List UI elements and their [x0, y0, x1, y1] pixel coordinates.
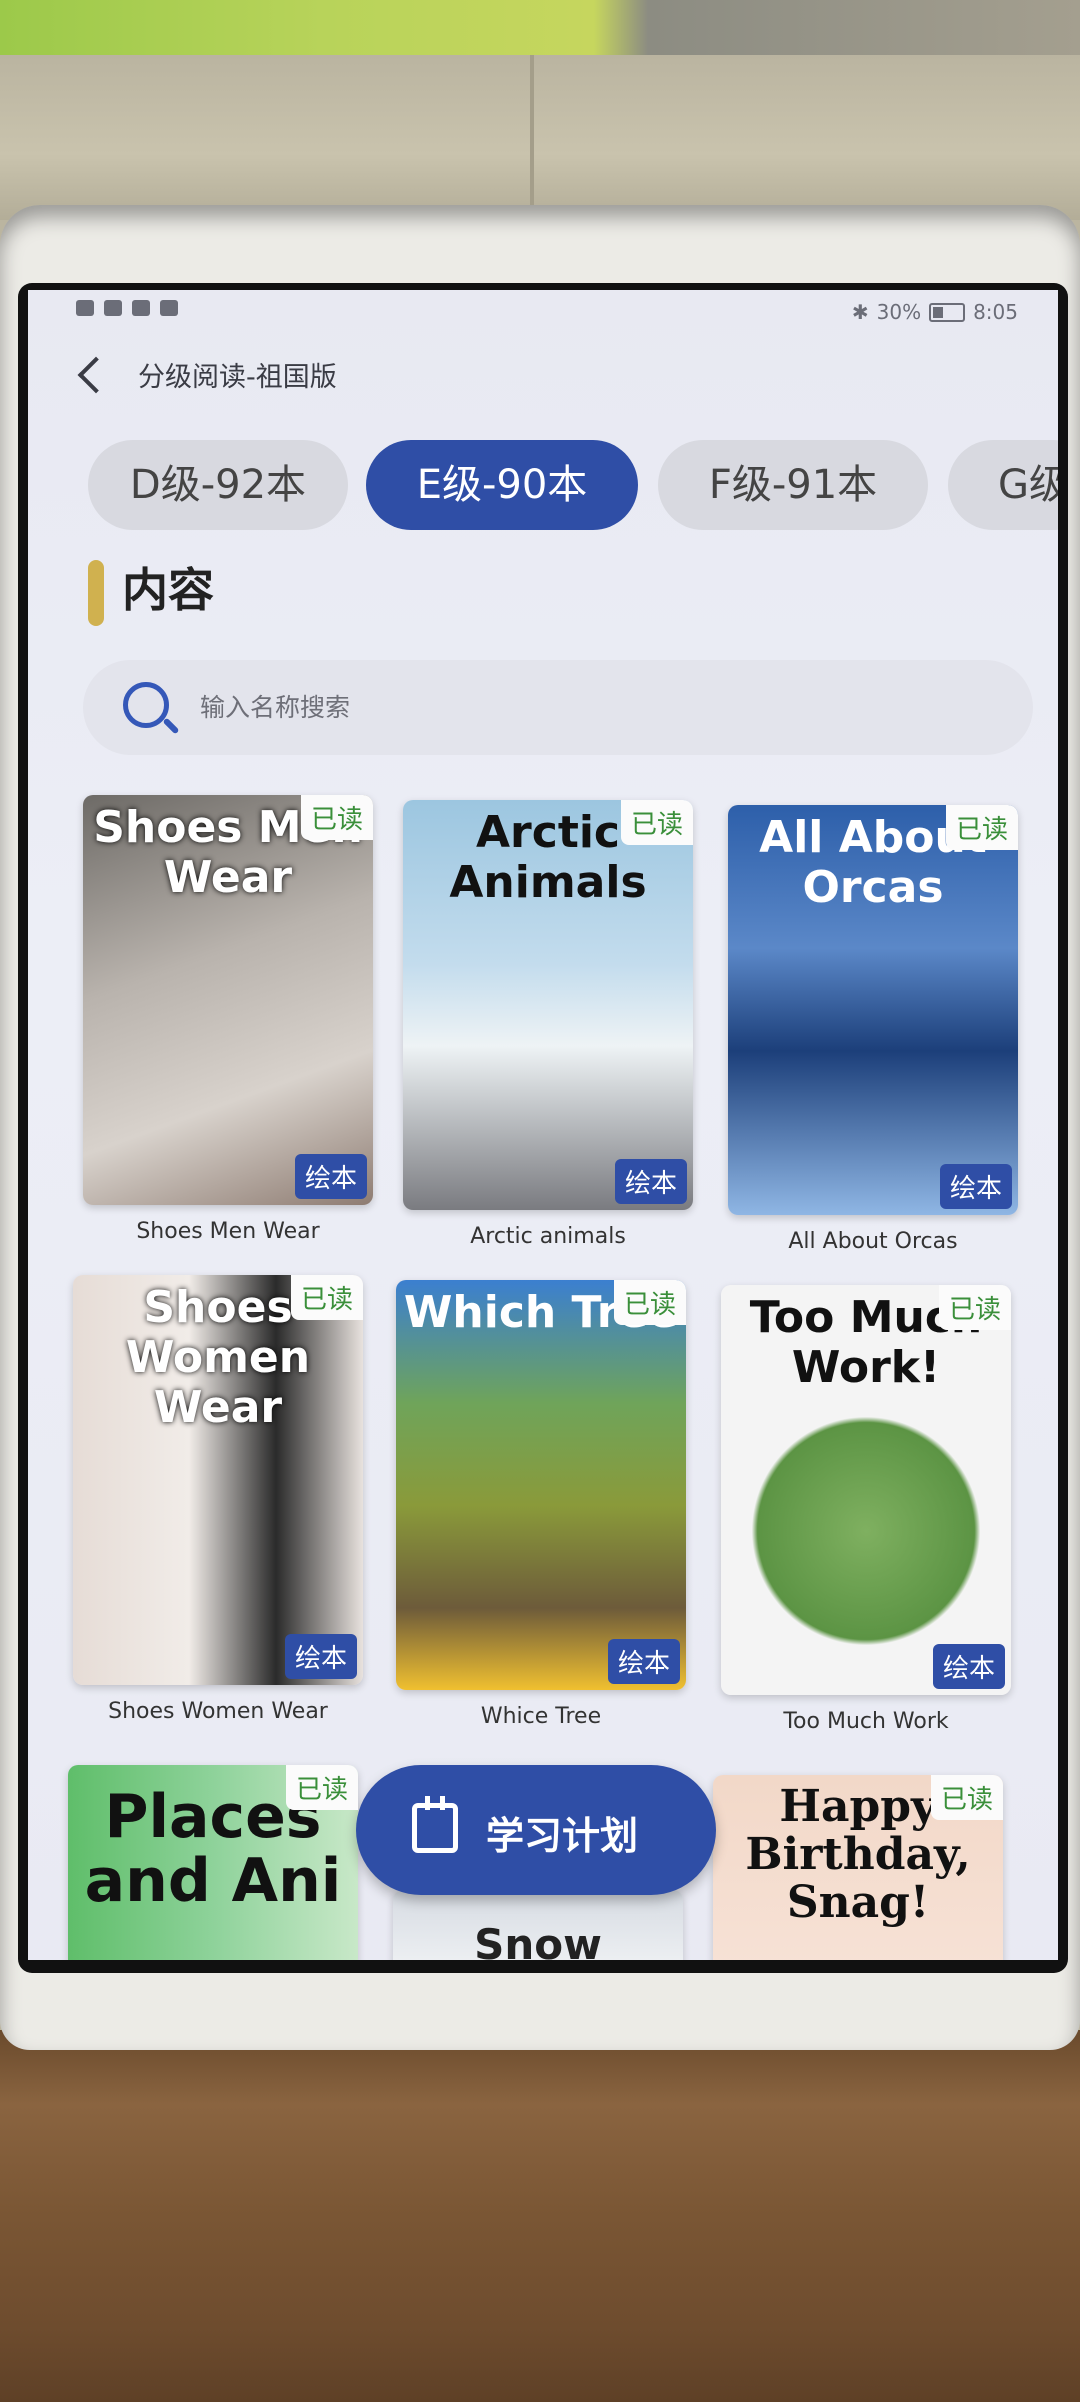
book-card[interactable]: All About Orcas 已读 绘本 All About Orcas — [728, 805, 1018, 1254]
book-card[interactable]: Too Much Work! 已读 绘本 Too Much Work — [721, 1285, 1011, 1734]
book-cover[interactable]: Too Much Work! 已读 绘本 — [721, 1285, 1011, 1695]
tab-level-e[interactable]: E级-90本 — [366, 440, 638, 530]
wifi-icon — [76, 300, 94, 316]
status-bar: ✱ 30% 8:05 — [28, 290, 1058, 330]
book-card[interactable]: Shoes Men Wear 已读 绘本 Shoes Men Wear — [83, 795, 373, 1244]
battery-icon — [929, 302, 966, 322]
wooden-desk — [0, 2030, 1080, 2402]
read-badge: 已读 — [620, 800, 693, 845]
back-arrow-icon[interactable] — [77, 356, 115, 394]
read-badge: 已读 — [613, 1280, 686, 1325]
level-tabs: D级-92本 E级-90本 F级-91本 G级 — [88, 440, 1058, 530]
read-badge: 已读 — [285, 1765, 358, 1810]
book-card[interactable]: Shoes Women Wear 已读 绘本 Shoes Women Wear — [73, 1275, 363, 1724]
section-accent-bar — [88, 560, 104, 626]
book-card[interactable]: Happy Birthday, Snag! 已读 — [713, 1775, 1003, 1960]
picture-book-badge: 绘本 — [284, 1634, 357, 1679]
read-badge: 已读 — [300, 795, 373, 840]
book-card[interactable]: Places and Ani 已读 — [68, 1765, 358, 1960]
book-cover[interactable]: Shoes Men Wear 已读 绘本 — [83, 795, 373, 1205]
book-cover[interactable]: Happy Birthday, Snag! 已读 — [713, 1775, 1003, 1960]
tablet-screen: ✱ 30% 8:05 分级阅读-祖国版 D级-92本 E级-90本 F级-91本… — [28, 290, 1058, 1960]
book-cover[interactable]: Snow — [393, 1890, 683, 1960]
book-cover[interactable]: All About Orcas 已读 绘本 — [728, 805, 1018, 1215]
clock: 8:05 — [973, 300, 1018, 324]
picture-book-badge: 绘本 — [607, 1639, 680, 1684]
book-title: Arctic animals — [470, 1224, 626, 1249]
picture-book-badge: 绘本 — [939, 1164, 1012, 1209]
picture-book-badge: 绘本 — [614, 1159, 687, 1204]
app-icon — [160, 300, 178, 316]
book-card[interactable]: Snow — [393, 1890, 683, 1960]
section-title: 内容 — [122, 563, 214, 617]
page-title: 分级阅读-祖国版 — [138, 362, 337, 393]
book-cover[interactable]: Arctic Animals 已读 绘本 — [403, 800, 693, 1210]
search-icon[interactable] — [123, 682, 169, 728]
read-badge: 已读 — [945, 805, 1018, 850]
book-title: Shoes Women Wear — [108, 1699, 328, 1724]
search-bar[interactable] — [83, 660, 1033, 755]
hourglass-icon — [104, 300, 122, 316]
wall-panel — [0, 55, 534, 215]
cover-title: Snow — [474, 1920, 602, 1960]
picture-book-badge: 绘本 — [932, 1644, 1005, 1689]
study-plan-button[interactable]: 学习计划 — [356, 1765, 716, 1895]
read-badge: 已读 — [290, 1275, 363, 1320]
tab-level-f[interactable]: F级-91本 — [658, 440, 928, 530]
bluetooth-icon: ✱ — [851, 300, 869, 324]
tab-level-d[interactable]: D级-92本 — [88, 440, 348, 530]
book-title: Shoes Men Wear — [136, 1219, 320, 1244]
book-title: All About Orcas — [788, 1229, 958, 1254]
book-cover[interactable]: Places and Ani 已读 — [68, 1765, 358, 1960]
book-title: Too Much Work — [783, 1709, 949, 1734]
wechat-icon — [132, 300, 150, 316]
search-input[interactable] — [198, 686, 982, 728]
read-badge: 已读 — [930, 1775, 1003, 1820]
book-cover[interactable]: Shoes Women Wear 已读 绘本 — [73, 1275, 363, 1685]
book-cover[interactable]: Which Tree 已读 绘本 — [396, 1280, 686, 1690]
tab-level-g[interactable]: G级 — [948, 440, 1058, 530]
wall-background — [0, 0, 1080, 60]
calendar-icon — [412, 1796, 458, 1853]
book-card[interactable]: Arctic Animals 已读 绘本 Arctic animals — [403, 800, 693, 1249]
picture-book-badge: 绘本 — [294, 1154, 367, 1199]
study-plan-label: 学习计划 — [486, 1814, 639, 1858]
battery-percent: 30% — [876, 300, 922, 324]
book-title: Whice Tree — [480, 1704, 602, 1729]
book-card[interactable]: Which Tree 已读 绘本 Whice Tree — [396, 1280, 686, 1729]
read-badge: 已读 — [938, 1285, 1011, 1330]
